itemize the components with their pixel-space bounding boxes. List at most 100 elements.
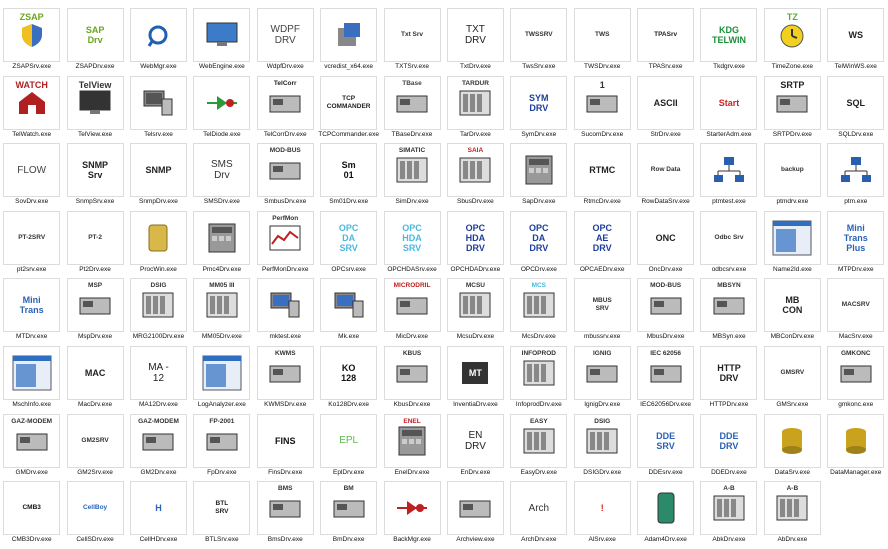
file-item[interactable]: WebMgr.exe (127, 8, 190, 76)
file-item[interactable]: DataSrv.exe (761, 413, 824, 482)
file-item[interactable]: ZSAP ZSAPSrv.exe (0, 8, 63, 76)
file-item[interactable]: KBUS KbusDrv.exe (380, 345, 443, 414)
file-item[interactable]: Arch ArchDrv.exe (507, 481, 570, 549)
file-item[interactable]: TWS TWSDrv.exe (571, 8, 634, 76)
file-item[interactable]: EN DRV EnDrv.exe (444, 413, 507, 482)
file-item[interactable]: SIMATIC SimDrv.exe (380, 143, 443, 211)
file-item[interactable]: MT InventiaDrv.exe (444, 345, 507, 414)
file-item[interactable]: KDG TELWIN Tkdgrv.exe (697, 8, 760, 76)
file-item[interactable]: A-B AbkDrv.exe (697, 481, 760, 549)
file-item[interactable]: TARDUR TarDrv.exe (444, 75, 507, 144)
file-item[interactable]: SYM DRV SymDrv.exe (507, 75, 570, 144)
file-item[interactable]: CellBoy CellSDrv.exe (63, 481, 126, 549)
file-item[interactable]: H CellHDrv.exe (127, 481, 190, 549)
file-item[interactable]: backup ptmdrv.exe (761, 143, 824, 211)
file-item[interactable]: Row Data RowDataSrv.exe (634, 143, 697, 211)
file-item[interactable]: CMB3 CMB3Drv.exe (0, 481, 63, 549)
file-item[interactable]: 1 SucomDrv.exe (571, 75, 634, 144)
file-item[interactable]: DDE DRV DDEDrv.exe (697, 413, 760, 482)
file-item[interactable]: EPL EplDrv.exe (317, 413, 380, 482)
file-item[interactable]: Archview.exe (444, 481, 507, 549)
file-item[interactable]: DSIG DSIGDrv.exe (571, 413, 634, 482)
file-item[interactable]: MM05 III MM05Drv.exe (190, 278, 253, 346)
file-item[interactable]: vcredist_x64.exe (317, 8, 380, 76)
file-item[interactable]: Pmc4Drv.exe (190, 210, 253, 279)
file-item[interactable]: Sm 01 Sm01Drv.exe (317, 143, 380, 211)
file-item[interactable]: SMS Drv SMSDrv.exe (190, 143, 253, 211)
file-item[interactable]: Start StarterAdm.exe (697, 75, 760, 144)
file-item[interactable]: DDE SRV DDEsrv.exe (634, 413, 697, 482)
file-item[interactable]: TPASrv TPASrv.exe (634, 8, 697, 76)
file-item[interactable]: BTL SRV BTLSrv.exe (190, 481, 253, 549)
file-item[interactable]: mktest.exe (254, 278, 317, 346)
file-item[interactable]: WebEngine.exe (190, 8, 253, 76)
file-item[interactable]: MBSYN MBSyn.exe (697, 278, 760, 346)
file-item[interactable]: SAIA SbusDrv.exe (444, 143, 507, 211)
file-item[interactable]: ! AlSrv.exe (571, 481, 634, 549)
file-item[interactable]: MB CON MBConDrv.exe (761, 278, 824, 346)
file-item[interactable]: MschInfo.exe (0, 345, 63, 414)
file-item[interactable]: GM2SRV GM2Srv.exe (63, 413, 126, 482)
file-item[interactable]: Mk.exe (317, 278, 380, 346)
file-item[interactable]: Name2Id.exe (761, 210, 824, 279)
file-item[interactable]: ASCII StrDrv.exe (634, 75, 697, 144)
file-item[interactable]: Adam4Drv.exe (634, 481, 697, 549)
file-item[interactable]: Txt Srv TXTSrv.exe (380, 8, 443, 76)
file-item[interactable]: MAC MacDrv.exe (63, 345, 126, 414)
file-item[interactable]: INFOPROD InfoprodDrv.exe (507, 345, 570, 414)
file-item[interactable]: WDPF DRV WdpfDrv.exe (254, 8, 317, 76)
file-item[interactable]: TWSSRV TwsSrv.exe (507, 8, 570, 76)
file-item[interactable]: MCS McsDrv.exe (507, 278, 570, 346)
file-item[interactable]: BM BmDrv.exe (317, 481, 380, 549)
file-item[interactable]: KO 128 Ko128Drv.exe (317, 345, 380, 414)
file-item[interactable]: PT-2 Pt2Drv.exe (63, 210, 126, 279)
file-item[interactable]: ptmtest.exe (697, 143, 760, 211)
file-item[interactable]: PT-2SRV pt2srv.exe (0, 210, 63, 279)
file-item[interactable]: TCP COMMANDER TCPCommander.exe (317, 75, 380, 144)
file-item[interactable]: MICRODRIL MicDrv.exe (380, 278, 443, 346)
file-item[interactable]: TXT DRV TxtDrv.exe (444, 8, 507, 76)
file-item[interactable]: MCSU McsuDrv.exe (444, 278, 507, 346)
file-item[interactable]: ProcWin.exe (127, 210, 190, 279)
file-item[interactable]: DataManager.exe (824, 413, 887, 482)
file-item[interactable]: TZ TimeZone.exe (761, 8, 824, 76)
file-item[interactable]: OPC DA DRV OPCDrv.exe (507, 210, 570, 279)
file-item[interactable]: KWMS KWMSDrv.exe (254, 345, 317, 414)
file-item[interactable]: SNMP Srv SnmpSrv.exe (63, 143, 126, 211)
file-item[interactable]: ptm.exe (824, 143, 887, 211)
file-item[interactable]: MOD-BUS MbusDrv.exe (634, 278, 697, 346)
file-item[interactable]: MBUS SRV mbussrv.exe (571, 278, 634, 346)
file-item[interactable]: TelCorr TelCorrDrv.exe (254, 75, 317, 144)
file-item[interactable]: A-B AbDrv.exe (761, 481, 824, 549)
file-item[interactable]: HTTP DRV HTTPDrv.exe (697, 345, 760, 414)
file-item[interactable]: MACSRV MacSrv.exe (824, 278, 887, 346)
file-item[interactable]: OPC AE DRV OPCAEDrv.exe (571, 210, 634, 279)
file-item[interactable]: OPC HDA SRV OPCHDASrv.exe (380, 210, 443, 279)
file-item[interactable]: IEC 62056 IEC62056Drv.exe (634, 345, 697, 414)
file-item[interactable]: Mini Trans Plus MTPDrv.exe (824, 210, 887, 279)
file-item[interactable]: DSIG MRG2100Drv.exe (127, 278, 190, 346)
file-item[interactable]: GAZ-MODEM GMDrv.exe (0, 413, 63, 482)
file-item[interactable]: RTMC RtmcDrv.exe (571, 143, 634, 211)
file-item[interactable]: ENEL EnelDrv.exe (380, 413, 443, 482)
file-item[interactable]: MA - 12 MA12Drv.exe (127, 345, 190, 414)
file-item[interactable]: Telsrv.exe (127, 75, 190, 144)
file-item[interactable]: Mini Trans MTDrv.exe (0, 278, 63, 346)
file-item[interactable]: MSP MspDrv.exe (63, 278, 126, 346)
file-item[interactable]: OPC DA SRV OPCsrv.exe (317, 210, 380, 279)
file-item[interactable]: IGNIG IgnigDrv.exe (571, 345, 634, 414)
file-item[interactable]: FINS FinsDrv.exe (254, 413, 317, 482)
file-item[interactable]: PerfMon PerfMonDrv.exe (254, 210, 317, 279)
file-item[interactable]: SQL SQLDrv.exe (824, 75, 887, 144)
file-item[interactable]: FP-2001 FpDrv.exe (190, 413, 253, 482)
file-item[interactable]: Odbc Srv odbcsrv.exe (697, 210, 760, 279)
file-item[interactable]: GMSRV GMSrv.exe (761, 345, 824, 414)
file-item[interactable]: WATCH TelWatch.exe (0, 75, 63, 144)
file-item[interactable]: WS TelWinWS.exe (824, 8, 887, 76)
file-item[interactable]: SapDrv.exe (507, 143, 570, 211)
file-item[interactable]: SRTP SRTPDrv.exe (761, 75, 824, 144)
file-item[interactable]: EASY EasyDrv.exe (507, 413, 570, 482)
file-item[interactable]: FLOW SovDrv.exe (0, 143, 63, 211)
file-item[interactable]: SAP Drv ZSAPDrv.exe (63, 8, 126, 76)
file-item[interactable]: TelDiode.exe (190, 75, 253, 144)
